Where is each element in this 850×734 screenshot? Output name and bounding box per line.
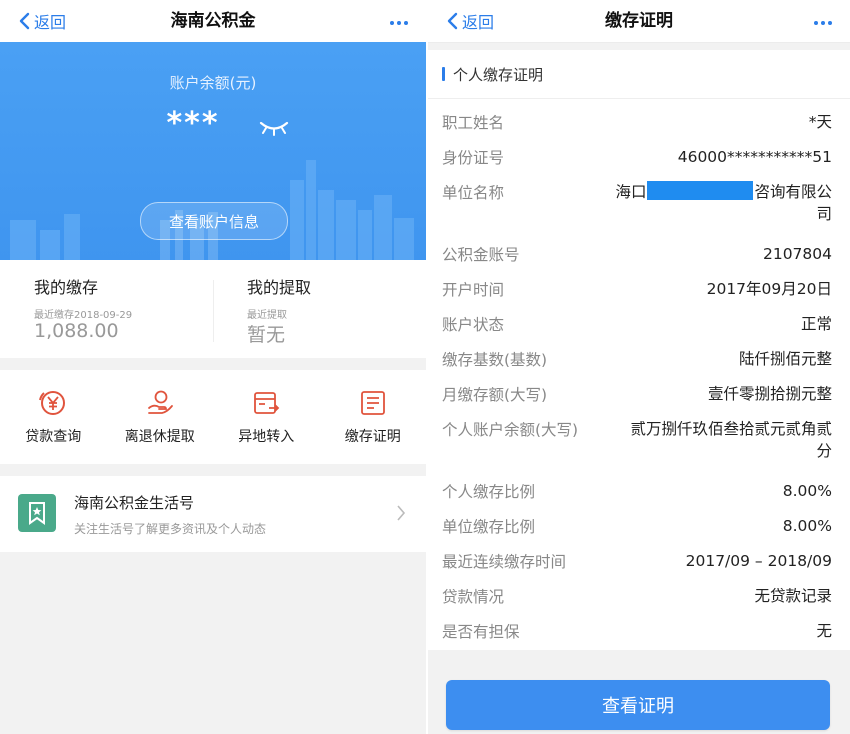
section-title: 个人缴存证明 xyxy=(453,66,544,84)
field-label: 单位名称 xyxy=(442,184,505,202)
view-account-info-button[interactable]: 查看账户信息 xyxy=(140,202,288,240)
company-name-suffix: 咨询有限公 xyxy=(754,183,832,201)
more-menu-button[interactable] xyxy=(390,17,408,29)
balance-line1: 贰万捌仟玖佰叁拾贰元贰角贰 xyxy=(630,420,832,438)
field-value: 8.00% xyxy=(782,517,832,535)
field-label: 账户状态 xyxy=(442,316,505,334)
balance-line2: 分 xyxy=(816,442,832,460)
field-value: 无 xyxy=(816,622,832,640)
field-value: 贰万捌仟玖佰叁拾贰元贰角贰 分 xyxy=(630,418,832,462)
field-value: *天 xyxy=(808,113,832,131)
company-name-prefix: 海口 xyxy=(615,183,647,201)
balance-value-masked: *** xyxy=(166,106,220,141)
back-button[interactable]: 返回 xyxy=(446,0,494,42)
certificate-screen: 返回 缴存证明 个人缴存证明 职工姓名 *天 身份证号 46000*******… xyxy=(428,0,850,734)
section-accent-bar xyxy=(442,67,445,81)
card-transfer-icon xyxy=(254,392,280,414)
last-withdraw-label: 最近提取 xyxy=(247,310,287,321)
city-skyline-illustration xyxy=(10,160,414,260)
more-menu-button[interactable] xyxy=(814,17,832,29)
field-value: 2017年09月20日 xyxy=(706,280,832,298)
deposit-amount: 1,088.00 xyxy=(34,320,119,342)
life-account-banner[interactable]: 海南公积金生活号 关注生活号了解更多资讯及个人动态 xyxy=(0,476,426,552)
field-label: 身份证号 xyxy=(442,149,505,167)
my-deposit-title: 我的缴存 xyxy=(34,278,99,297)
dot-icon xyxy=(828,21,832,25)
field-label: 职工姓名 xyxy=(442,114,505,132)
field-value: 2017/09 – 2018/09 xyxy=(685,552,832,570)
life-account-title: 海南公积金生活号 xyxy=(74,494,195,512)
field-label: 单位缴存比例 xyxy=(442,518,536,536)
yuan-coin-icon xyxy=(39,391,66,415)
field-value: 壹仟零捌拾捌元整 xyxy=(707,385,832,403)
bookmark-star-icon xyxy=(29,502,45,525)
field-label: 公积金账号 xyxy=(442,246,520,264)
field-value: 8.00% xyxy=(782,482,832,500)
redaction-block xyxy=(647,181,754,200)
certificate-details: 职工姓名 *天 身份证号 46000***********51 单位名称 海口 咨… xyxy=(428,99,850,650)
quick-action-deposit-certificate[interactable]: 缴存证明 xyxy=(320,370,427,464)
dot-icon xyxy=(390,21,394,25)
dot-icon xyxy=(397,21,401,25)
company-name-wrap: 司 xyxy=(816,205,832,223)
field-label: 最近连续缴存时间 xyxy=(442,553,567,571)
deposit-withdraw-summary: 我的缴存 最近缴存2018-09-29 1,088.00 我的提取 最近提取 暂… xyxy=(0,260,426,358)
chevron-left-icon xyxy=(19,12,30,30)
back-label: 返回 xyxy=(34,13,67,32)
quick-action-loan-query[interactable]: 贷款查询 xyxy=(0,370,107,464)
certificate-icon xyxy=(360,391,385,415)
dot-icon xyxy=(814,21,818,25)
quick-action-remote-transfer[interactable]: 异地转入 xyxy=(213,370,320,464)
quick-action-label: 缴存证明 xyxy=(344,429,401,445)
quick-action-label: 异地转入 xyxy=(238,429,295,445)
quick-action-label: 离退休提取 xyxy=(124,429,195,445)
eye-closed-icon[interactable] xyxy=(259,120,289,136)
life-account-logo xyxy=(18,494,56,532)
field-value: 无贷款记录 xyxy=(754,587,832,605)
field-value: 正常 xyxy=(800,315,832,333)
quick-actions: 贷款查询 离退休提取 异地转入 缴存证明 xyxy=(0,370,426,464)
divider xyxy=(213,280,214,342)
field-label: 缴存基数(基数) xyxy=(442,351,548,369)
field-label: 是否有担保 xyxy=(442,623,520,641)
nav-bar: 返回 缴存证明 xyxy=(428,0,850,43)
quick-action-label: 贷款查询 xyxy=(25,429,82,445)
dot-icon xyxy=(404,21,408,25)
field-value: 海口 咨询有限公 司 xyxy=(615,181,832,225)
life-account-subtitle: 关注生活号了解更多资讯及个人动态 xyxy=(74,522,267,536)
back-label: 返回 xyxy=(462,13,495,32)
nav-bar: 返回 海南公积金 xyxy=(0,0,426,43)
field-value: 46000***********51 xyxy=(677,148,832,166)
dot-icon xyxy=(821,21,825,25)
view-certificate-button[interactable]: 查看证明 xyxy=(446,680,830,730)
balance-hero: 账户余额(元) *** 查看账户信息 xyxy=(0,42,426,260)
quick-action-retirement-withdraw[interactable]: 离退休提取 xyxy=(107,370,214,464)
balance-label: 账户余额(元) xyxy=(169,74,257,92)
back-button[interactable]: 返回 xyxy=(18,0,66,42)
field-label: 贷款情况 xyxy=(442,588,505,606)
field-value: 陆仟捌佰元整 xyxy=(738,350,832,368)
my-withdraw-title: 我的提取 xyxy=(247,278,312,297)
withdraw-value: 暂无 xyxy=(247,324,286,346)
home-screen: 返回 海南公积金 账户余额(元) *** 查看账户信息 我的缴存 最近缴存201… xyxy=(0,0,426,734)
section-header: 个人缴存证明 xyxy=(428,50,850,99)
last-deposit-date: 最近缴存2018-09-29 xyxy=(34,310,133,321)
field-label: 月缴存额(大写) xyxy=(442,386,548,404)
field-label: 个人账户余额(大写) xyxy=(442,421,579,439)
chevron-left-icon xyxy=(447,12,458,30)
hand-coin-icon xyxy=(147,390,173,414)
field-label: 个人缴存比例 xyxy=(442,483,536,501)
field-label: 开户时间 xyxy=(442,281,505,299)
field-value: 2107804 xyxy=(762,245,832,263)
chevron-right-icon xyxy=(397,505,406,521)
